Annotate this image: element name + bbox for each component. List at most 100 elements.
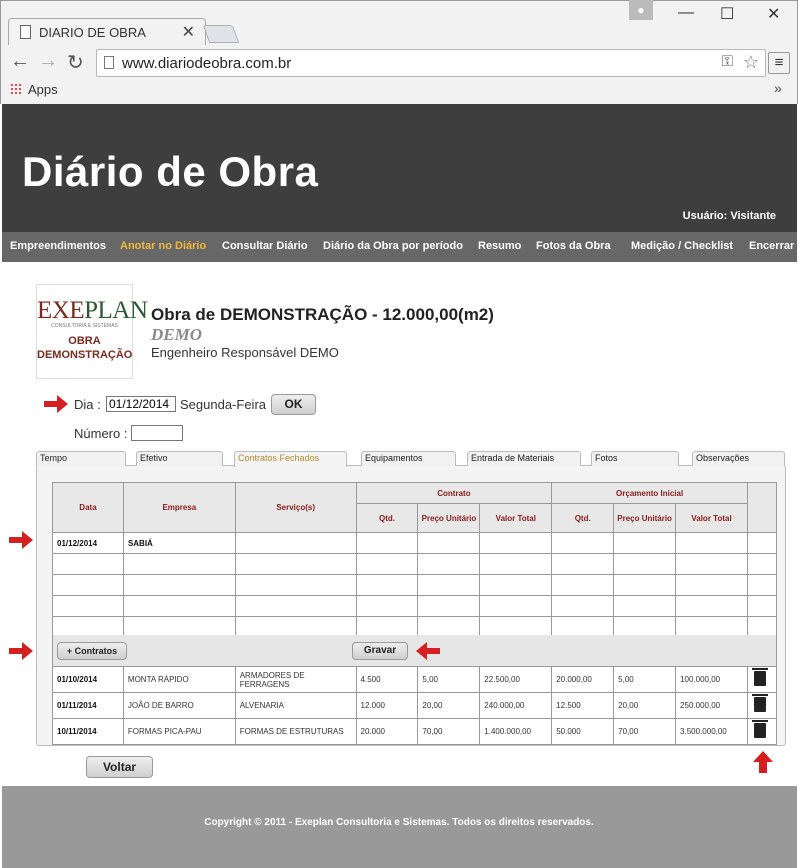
arrow-pointer-icon bbox=[9, 531, 33, 549]
back-icon[interactable]: ← bbox=[10, 50, 30, 73]
cell[interactable] bbox=[613, 553, 677, 575]
cell[interactable] bbox=[417, 595, 481, 617]
arrow-pointer-icon bbox=[9, 642, 33, 660]
dia-input[interactable] bbox=[106, 396, 176, 412]
cell[interactable] bbox=[355, 532, 419, 554]
apps-bookmark[interactable]: Apps bbox=[10, 82, 58, 97]
header-data: Data bbox=[52, 482, 124, 533]
close-window-icon[interactable]: ✕ bbox=[767, 4, 780, 24]
gravar-button[interactable]: Gravar bbox=[352, 642, 408, 660]
cell[interactable] bbox=[234, 532, 357, 554]
more-bookmarks-icon[interactable]: » bbox=[774, 80, 782, 96]
trash-icon[interactable] bbox=[751, 668, 768, 686]
numero-input[interactable] bbox=[131, 425, 183, 441]
profile-icon[interactable]: ● bbox=[629, 0, 653, 20]
menu-icon[interactable]: ≡ bbox=[768, 52, 790, 74]
tab-efetivo[interactable]: Efetivo bbox=[136, 451, 223, 466]
contract-ovalor: 3.500.000,00 bbox=[675, 718, 748, 745]
tab-contratos-fechados[interactable]: Contratos Fechados bbox=[234, 451, 347, 467]
tab-fotos[interactable]: Fotos bbox=[591, 451, 679, 466]
maximize-icon[interactable]: ☐ bbox=[720, 4, 734, 24]
cell[interactable] bbox=[479, 574, 553, 596]
cell[interactable] bbox=[551, 595, 615, 617]
weekday-label: Segunda-Feira bbox=[180, 397, 266, 412]
address-bar[interactable]: www.diariodeobra.com.br ⚿ ☆ bbox=[96, 49, 766, 77]
cell[interactable] bbox=[52, 595, 124, 617]
cell[interactable] bbox=[479, 595, 553, 617]
nav-empreendimentos[interactable]: Empreendimentos bbox=[10, 240, 106, 252]
contract-preco: 5,00 bbox=[417, 666, 481, 693]
tab-entrada-materiais[interactable]: Entrada de Materiais bbox=[467, 451, 581, 466]
page-icon bbox=[104, 56, 114, 69]
cell[interactable] bbox=[675, 574, 748, 596]
entry-data[interactable]: 01/12/2014 bbox=[52, 532, 124, 554]
logo-text-2: PLAN bbox=[84, 297, 148, 324]
nav-consultar[interactable]: Consultar Diário bbox=[222, 240, 308, 252]
cell[interactable] bbox=[234, 595, 357, 617]
nav-anotar[interactable]: Anotar no Diário bbox=[120, 240, 206, 252]
table-row[interactable] bbox=[52, 553, 778, 575]
apps-grid-icon bbox=[10, 83, 22, 95]
cell[interactable] bbox=[122, 595, 236, 617]
minimize-icon[interactable]: — bbox=[678, 4, 694, 22]
contracts-list: 01/10/2014 MONTA RÁPIDO ARMADORES DE FER… bbox=[52, 666, 778, 745]
cell[interactable] bbox=[417, 532, 481, 554]
table-row[interactable]: 01/12/2014 SABIÁ bbox=[52, 532, 778, 554]
cell[interactable] bbox=[52, 574, 124, 596]
close-tab-icon[interactable]: ✕ bbox=[182, 22, 195, 42]
cell[interactable] bbox=[613, 574, 677, 596]
nav-medicao[interactable]: Medição / Checklist bbox=[631, 240, 733, 252]
header-oqtd: Qtd. bbox=[551, 503, 615, 533]
contract-qtd: 4.500 bbox=[355, 666, 419, 693]
cell[interactable] bbox=[613, 595, 677, 617]
reload-icon[interactable]: ↻ bbox=[67, 50, 84, 75]
nav-diario-periodo[interactable]: Diário da Obra por período bbox=[323, 240, 463, 252]
new-tab-button[interactable] bbox=[202, 25, 240, 43]
contract-opreco: 20,00 bbox=[613, 692, 677, 719]
cell[interactable] bbox=[417, 553, 481, 575]
key-icon[interactable]: ⚿ bbox=[722, 53, 733, 70]
cell[interactable] bbox=[234, 553, 357, 575]
contract-ovalor: 250.000,00 bbox=[675, 692, 748, 719]
tab-tempo[interactable]: Tempo bbox=[36, 451, 126, 466]
contract-data: 10/11/2014 bbox=[52, 718, 124, 745]
trash-icon[interactable] bbox=[751, 694, 768, 712]
bookmark-star-icon[interactable]: ☆ bbox=[743, 52, 759, 73]
voltar-button[interactable]: Voltar bbox=[86, 756, 153, 778]
cell[interactable] bbox=[479, 532, 553, 554]
cell[interactable] bbox=[675, 595, 748, 617]
trash-icon[interactable] bbox=[751, 720, 768, 738]
contract-oqtd: 12.500 bbox=[551, 692, 615, 719]
nav-encerrar[interactable]: Encerrar bbox=[749, 240, 794, 252]
cell[interactable] bbox=[551, 553, 615, 575]
cell[interactable] bbox=[551, 574, 615, 596]
cell[interactable] bbox=[122, 574, 236, 596]
table-row[interactable] bbox=[52, 595, 778, 617]
cell[interactable] bbox=[52, 553, 124, 575]
table-row[interactable] bbox=[52, 574, 778, 596]
nav-fotos[interactable]: Fotos da Obra bbox=[536, 240, 611, 252]
contract-empresa: FORMAS PICA-PAU bbox=[122, 718, 236, 745]
entry-empresa[interactable]: SABIÁ bbox=[122, 532, 236, 554]
tab-observacoes[interactable]: Observações bbox=[692, 451, 785, 466]
cell[interactable] bbox=[675, 553, 748, 575]
browser-tab[interactable]: DIARIO DE OBRA ✕ bbox=[8, 18, 206, 45]
ok-button[interactable]: OK bbox=[271, 394, 316, 415]
cell[interactable] bbox=[675, 532, 748, 554]
cell[interactable] bbox=[355, 595, 419, 617]
obra-engineer: Engenheiro Responsável DEMO bbox=[151, 345, 339, 360]
forward-icon[interactable]: → bbox=[38, 50, 58, 73]
add-contratos-button[interactable]: + Contratos bbox=[57, 642, 127, 660]
cell[interactable] bbox=[355, 574, 419, 596]
tab-equipamentos[interactable]: Equipamentos bbox=[361, 451, 456, 466]
cell[interactable] bbox=[551, 532, 615, 554]
cell[interactable] bbox=[355, 553, 419, 575]
cell[interactable] bbox=[613, 532, 677, 554]
logo-demo: DEMONSTRAÇÃO bbox=[37, 349, 133, 361]
cell[interactable] bbox=[417, 574, 481, 596]
cell[interactable] bbox=[122, 553, 236, 575]
cell[interactable] bbox=[234, 574, 357, 596]
cell[interactable] bbox=[479, 553, 553, 575]
contract-oqtd: 50.000 bbox=[551, 718, 615, 745]
nav-resumo[interactable]: Resumo bbox=[478, 240, 521, 252]
